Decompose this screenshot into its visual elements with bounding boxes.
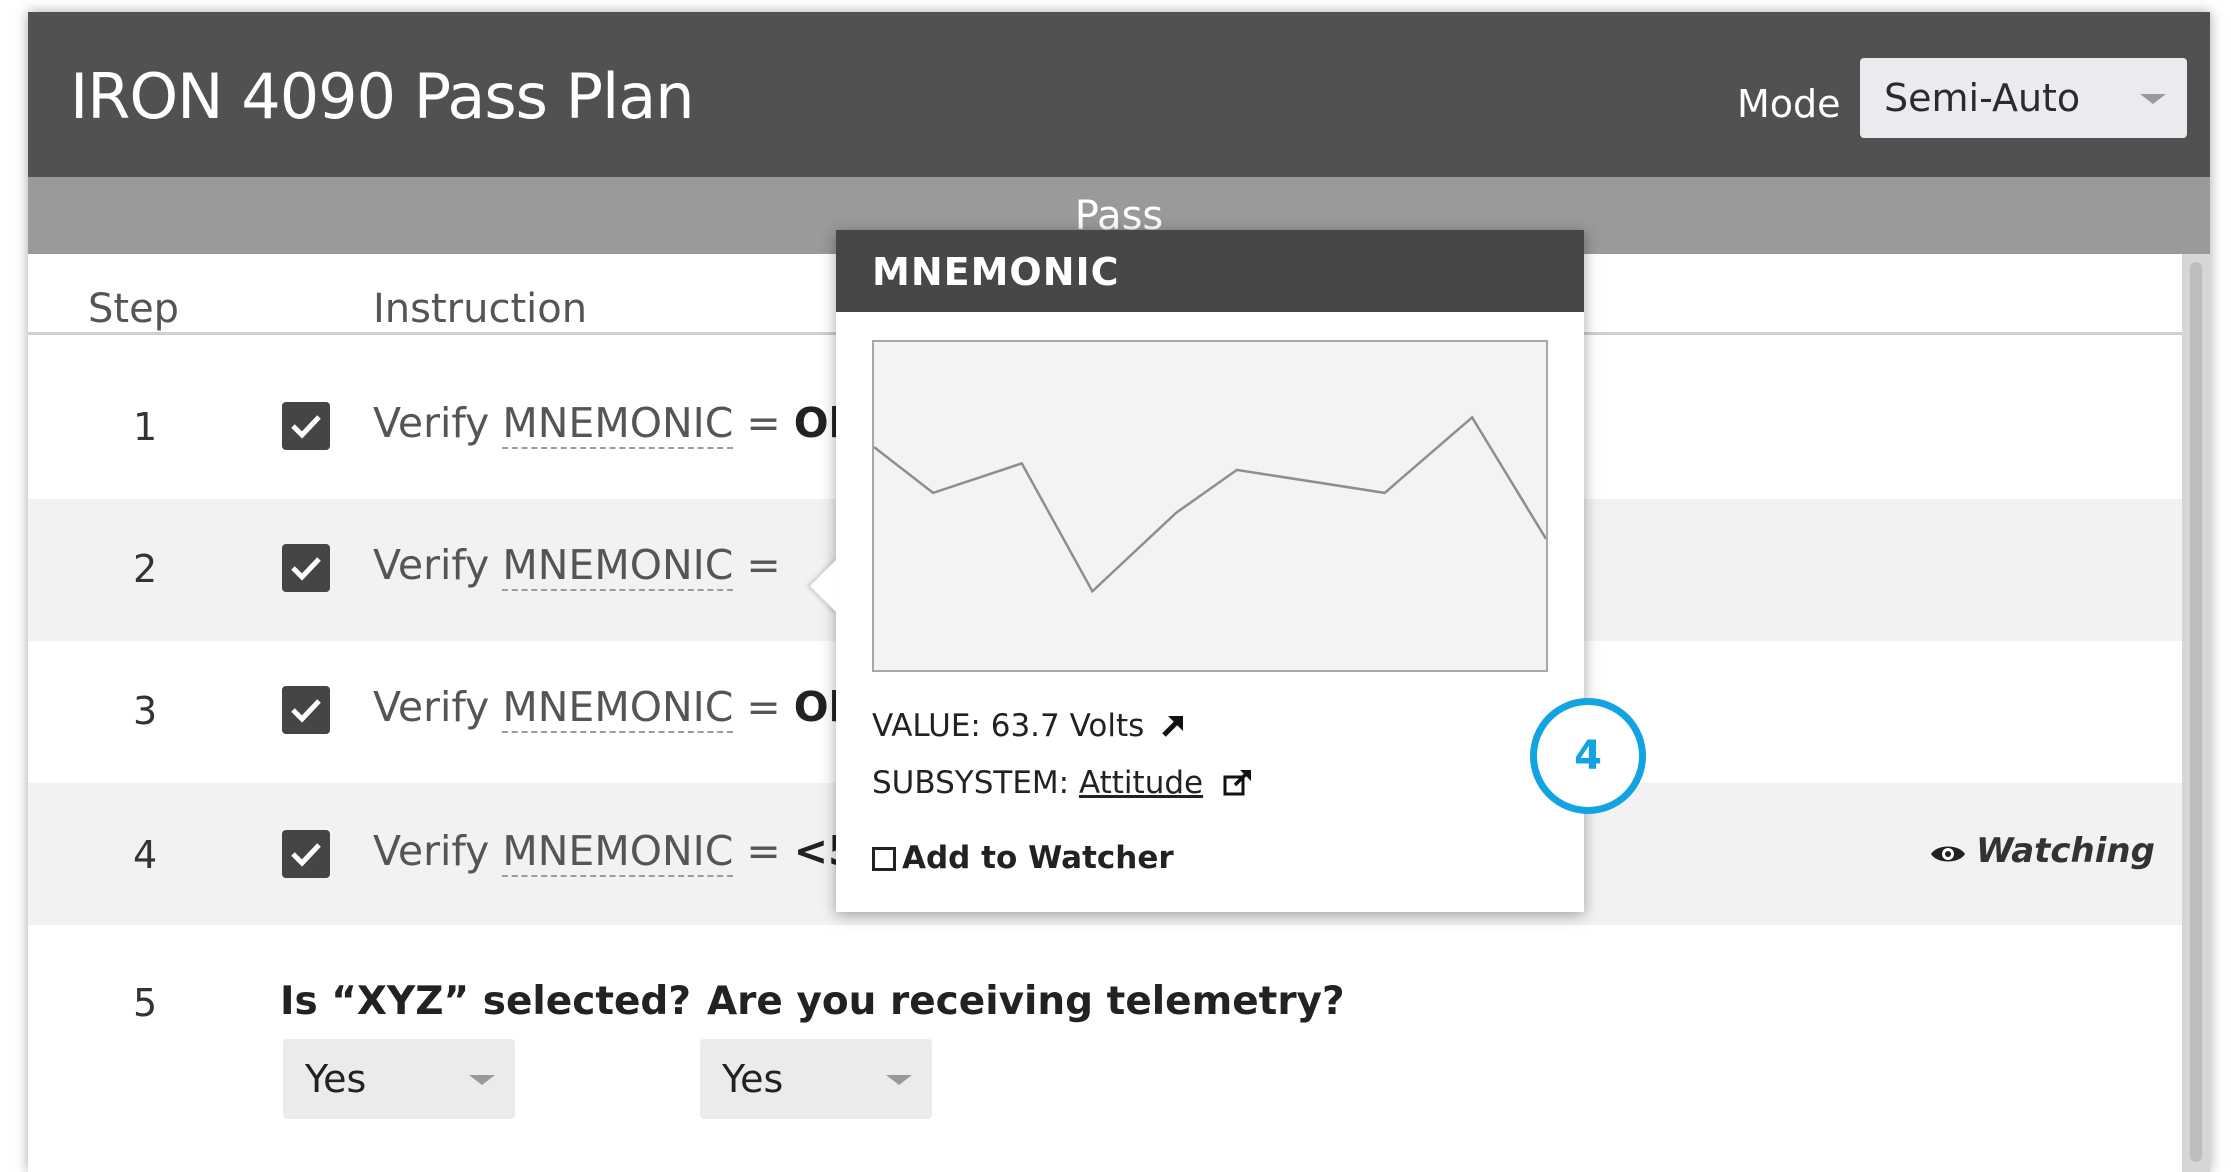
step-badge-number: 4 <box>1574 733 1602 779</box>
step-number: 3 <box>133 689 158 733</box>
mnemonic-link[interactable]: MNEMONIC <box>502 541 734 591</box>
mode-label: Mode <box>1737 82 1841 126</box>
app-header: IRON 4090 Pass Plan Mode Semi-Auto <box>28 12 2210 177</box>
verify-text: Verify <box>373 399 490 447</box>
xyz-selected-select[interactable]: Yes <box>283 1039 515 1119</box>
popover-value: VALUE: 63.7 Volts <box>872 708 1145 744</box>
step-number: 5 <box>133 981 158 1025</box>
step-checkbox[interactable] <box>282 830 330 878</box>
verify-text: Verify <box>373 827 490 875</box>
equals-text: = <box>733 683 794 731</box>
checkmark-icon <box>291 557 321 581</box>
equals-text: = <box>733 827 794 875</box>
watching-status[interactable]: Watching <box>1930 831 2155 871</box>
step-instruction: Verify MNEMONIC = <box>373 541 781 591</box>
popover-arrow <box>810 558 838 614</box>
telemetry-sparkline <box>872 340 1548 672</box>
popover-header: MNEMONIC <box>836 230 1584 312</box>
add-to-watcher-label: Add to Watcher <box>902 840 1174 876</box>
step-instruction: Verify MNEMONIC = Ol <box>373 399 843 449</box>
chevron-down-icon <box>886 1075 912 1085</box>
column-header-step: Step <box>88 286 180 332</box>
equals-text: = <box>733 541 781 589</box>
step-checkbox[interactable] <box>282 402 330 450</box>
column-header-instruction: Instruction <box>373 286 588 332</box>
xyz-selected-value: Yes <box>305 1057 367 1101</box>
chevron-down-icon <box>2140 94 2166 104</box>
popover-title: MNEMONIC <box>872 250 1120 294</box>
equals-text: = <box>733 399 794 447</box>
step-checkbox[interactable] <box>282 544 330 592</box>
vertical-scrollbar[interactable] <box>2182 254 2210 1172</box>
telemetry-select[interactable]: Yes <box>700 1039 932 1119</box>
checkmark-icon <box>291 699 321 723</box>
watching-label: Watching <box>1976 831 2155 871</box>
step-number: 2 <box>133 547 158 591</box>
app-window: IRON 4090 Pass Plan Mode Semi-Auto Pass … <box>28 12 2210 1172</box>
page-title: IRON 4090 Pass Plan <box>70 60 695 133</box>
add-to-watcher-checkbox[interactable] <box>872 847 896 871</box>
subsystem-link[interactable]: Attitude <box>1079 765 1203 801</box>
mode-select-value: Semi-Auto <box>1884 76 2081 120</box>
popover-value-line: VALUE: 63.7 Volts <box>872 708 1186 744</box>
mnemonic-popover: MNEMONIC VALUE: 63.7 Volts SUBSYSTEM: At… <box>810 230 1584 912</box>
arrow-up-right-icon <box>1162 716 1184 737</box>
mode-select[interactable]: Semi-Auto <box>1860 58 2187 138</box>
mnemonic-link[interactable]: MNEMONIC <box>502 827 734 877</box>
question-xyz-selected: Is “XYZ” selected? <box>280 979 691 1024</box>
chevron-down-icon <box>469 1075 495 1085</box>
subsystem-label: SUBSYSTEM: <box>872 765 1079 801</box>
sparkline-chart <box>873 415 1548 594</box>
add-to-watcher[interactable]: Add to Watcher <box>872 840 1174 876</box>
verify-text: Verify <box>373 541 490 589</box>
table-row: 5 Is “XYZ” selected? Yes Are you receivi… <box>28 925 2182 1172</box>
mnemonic-link[interactable]: MNEMONIC <box>502 683 734 733</box>
question-receiving-telemetry: Are you receiving telemetry? <box>707 979 1345 1024</box>
step-checkbox[interactable] <box>282 686 330 734</box>
step-instruction: Verify MNEMONIC = <5 <box>373 827 857 877</box>
step-badge: 4 <box>1530 698 1646 814</box>
step-number: 4 <box>133 833 158 877</box>
verify-text: Verify <box>373 683 490 731</box>
scrollbar-thumb[interactable] <box>2190 262 2202 1162</box>
checkmark-icon <box>291 843 321 867</box>
step-number: 1 <box>133 405 158 449</box>
external-link-icon[interactable] <box>1223 769 1253 797</box>
step-instruction: Verify MNEMONIC = Ol <box>373 683 843 733</box>
checkmark-icon <box>291 415 321 439</box>
eye-icon <box>1931 846 1965 862</box>
popover-subsystem-line: SUBSYSTEM: Attitude <box>872 765 1253 801</box>
mnemonic-link[interactable]: MNEMONIC <box>502 399 734 449</box>
sparkline-series <box>873 415 1548 594</box>
telemetry-value: Yes <box>722 1057 784 1101</box>
